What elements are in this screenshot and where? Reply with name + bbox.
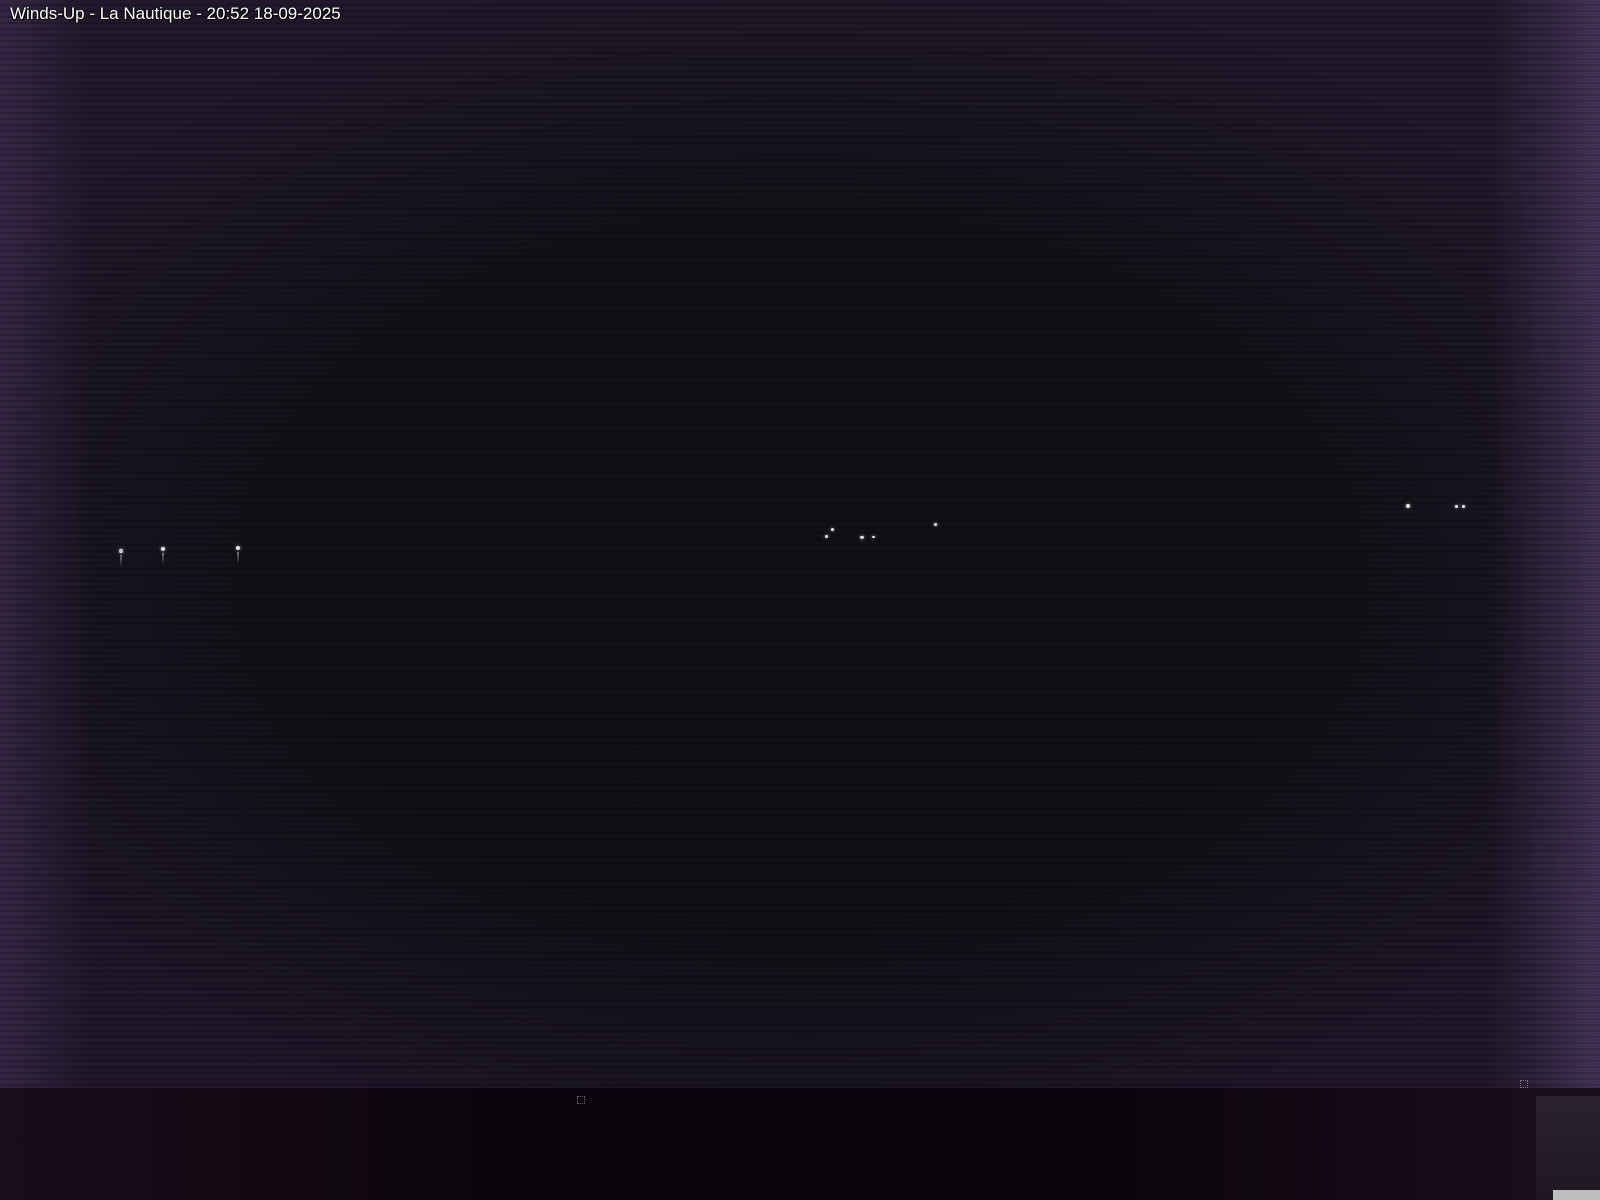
shore-light <box>825 535 828 538</box>
shore-light <box>1455 505 1458 508</box>
night-scene <box>0 0 1600 1200</box>
shore-light <box>119 549 123 553</box>
shore-light <box>236 546 240 550</box>
shore-light <box>161 547 165 551</box>
shore-light <box>1462 505 1465 508</box>
webcam-frame: Winds-Up - La Nautique - 20:52 18-09-202… <box>0 0 1600 1200</box>
right-vignette <box>1490 0 1600 1090</box>
light-reflection <box>120 555 122 567</box>
shore-light <box>860 536 864 539</box>
shore-light <box>831 528 834 531</box>
shore-light <box>872 536 875 538</box>
light-reflection <box>237 552 239 564</box>
light-reflection <box>162 553 164 565</box>
shore-light <box>934 523 937 526</box>
shore-light <box>1406 504 1410 508</box>
left-vignette <box>0 0 90 1090</box>
artifact-mark <box>1520 1080 1528 1088</box>
camera-caption: Winds-Up - La Nautique - 20:52 18-09-202… <box>10 4 341 23</box>
bottom-right-chip <box>1553 1190 1600 1200</box>
artifact-mark <box>577 1096 585 1104</box>
bottom-band <box>0 1088 1600 1200</box>
bottom-right-block <box>1536 1096 1600 1200</box>
